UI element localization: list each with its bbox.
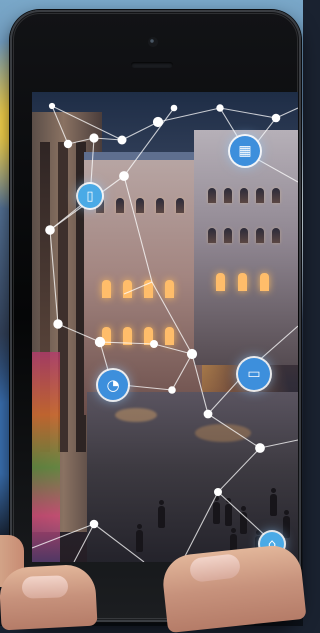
network-node <box>170 104 178 112</box>
network-node <box>89 519 99 529</box>
network-node <box>94 336 106 348</box>
network-node <box>45 225 55 235</box>
wifi-glyph: ◔ <box>106 375 120 394</box>
front-camera <box>148 37 158 47</box>
phone-screen: ▦ ▯ ◔ ▭ ⌂ <box>32 92 298 562</box>
smartphone-icon: ▯ <box>78 184 102 208</box>
network-node <box>117 135 127 145</box>
network-node <box>214 488 222 496</box>
network-node <box>203 409 213 419</box>
network-node <box>48 102 56 110</box>
wifi-icon: ◔ <box>98 370 128 400</box>
building-glyph: ▦ <box>238 143 252 159</box>
network-overlay <box>32 102 298 562</box>
laptop-icon: ▭ <box>238 358 270 390</box>
network-node <box>271 113 281 123</box>
earpiece-speaker <box>131 62 173 68</box>
smartphone-glyph: ▯ <box>86 188 94 204</box>
network-node <box>89 133 99 143</box>
left-thumbnail <box>21 575 69 599</box>
network-node <box>119 171 129 181</box>
network-node <box>168 386 176 394</box>
network-node <box>63 139 73 149</box>
network-node <box>255 443 265 453</box>
building-icon: ▦ <box>230 136 260 166</box>
smartphone: ▦ ▯ ◔ ▭ ⌂ <box>10 10 301 622</box>
network-node <box>216 104 224 112</box>
laptop-glyph: ▭ <box>247 366 261 382</box>
network-node <box>186 348 198 360</box>
network-node <box>150 340 158 348</box>
network-node <box>152 116 164 128</box>
network-node <box>53 319 63 329</box>
